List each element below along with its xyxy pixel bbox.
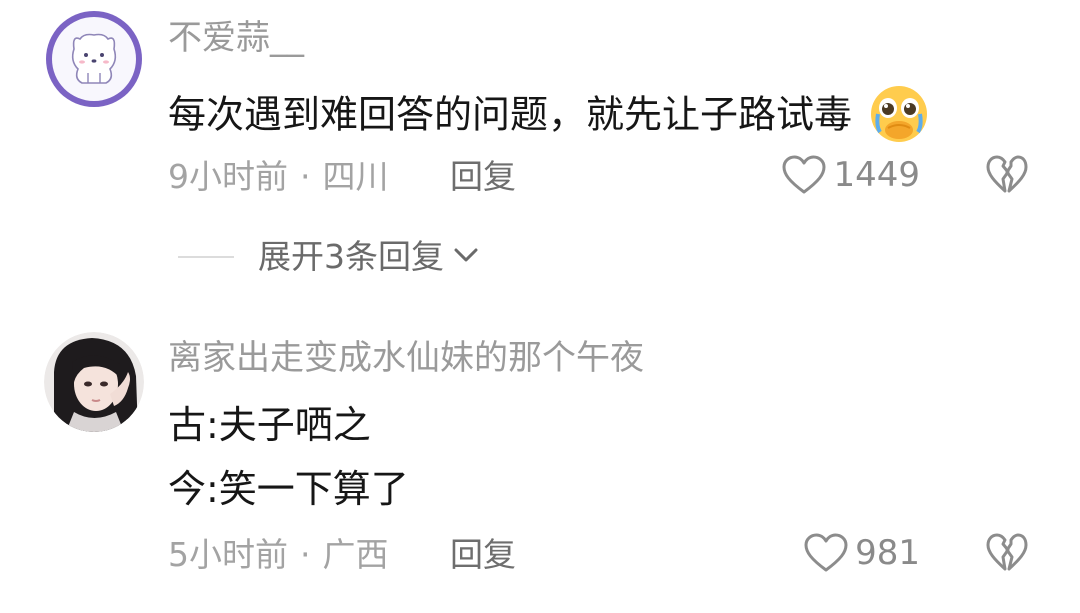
reply-button[interactable]: 回复	[450, 538, 516, 571]
reply-button[interactable]: 回复	[450, 160, 516, 193]
chevron-down-icon	[444, 245, 480, 269]
comment-text-content: 每次遇到难回答的问题，就先让子路试毒	[168, 92, 853, 137]
like-count: 1449	[833, 155, 920, 195]
like-button[interactable]: 1449	[781, 154, 920, 196]
broken-heart-icon	[986, 533, 1028, 578]
expand-replies-label: 展开3条回复	[258, 237, 444, 276]
meta-separator: ·	[300, 535, 311, 574]
avatar[interactable]	[44, 9, 144, 109]
divider-line	[178, 255, 234, 258]
broken-heart-icon	[986, 155, 1028, 200]
location: 广西	[322, 535, 389, 574]
comment-list: 不爱蒜__ 每次遇到难回答的问题，就先让子路试毒 9小时前 · 四川 回复 14…	[0, 0, 1080, 613]
comment-text-line: 今:笑一下算了	[168, 467, 409, 511]
meta-separator: ·	[300, 157, 311, 196]
comment-text-line: 古:夫子哂之	[168, 403, 371, 447]
timestamp: 5小时前	[168, 535, 288, 574]
username[interactable]: 离家出走变成水仙妹的那个午夜	[168, 341, 644, 375]
like-count: 981	[855, 533, 920, 573]
timestamp: 9小时前	[168, 157, 288, 196]
heart-icon	[803, 532, 849, 574]
location: 四川	[322, 157, 389, 196]
comment-text: 每次遇到难回答的问题，就先让子路试毒	[168, 84, 932, 150]
dislike-button[interactable]	[986, 154, 1028, 200]
like-button[interactable]: 981	[803, 532, 920, 574]
heart-icon	[781, 154, 827, 196]
comment-meta: 9小时前 · 四川	[168, 160, 389, 193]
avatar[interactable]	[44, 332, 144, 432]
dislike-button[interactable]	[986, 532, 1028, 578]
username[interactable]: 不爱蒜__	[168, 21, 304, 55]
comment-meta: 5小时前 · 广西	[168, 538, 389, 571]
expand-replies-button[interactable]: 展开3条回复	[178, 240, 480, 273]
pleading-face-crying-emoji-icon	[866, 84, 932, 150]
